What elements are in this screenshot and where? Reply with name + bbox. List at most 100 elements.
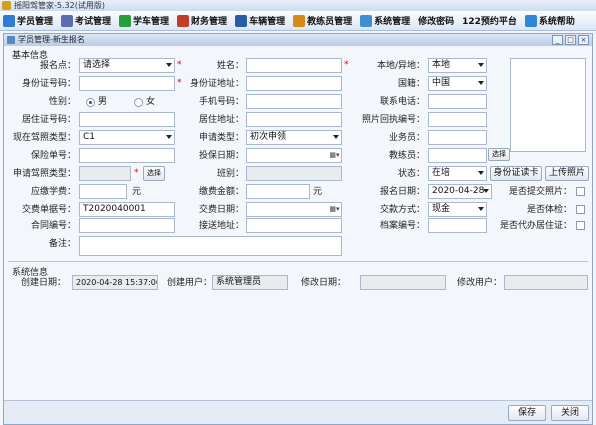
archive-label: 档案编号：: [379, 221, 425, 231]
contract-input[interactable]: [79, 218, 175, 233]
menu-item-label: 车辆管理: [249, 17, 286, 27]
created-user-value: 系统管理员: [212, 275, 288, 290]
car-learn-icon: [119, 14, 132, 27]
medical-check-label: 是否体检：: [526, 205, 572, 215]
id-address-input[interactable]: [246, 76, 342, 91]
chevron-down-icon: [478, 207, 484, 211]
insurance-input[interactable]: [79, 148, 175, 163]
insure-date-input[interactable]: ▦▾: [246, 148, 342, 163]
menu-item-label: 系统帮助: [538, 17, 575, 27]
menu-item[interactable]: 教练员管理: [292, 12, 353, 30]
required-mark: *: [344, 60, 349, 70]
status-label: 状态：: [397, 169, 425, 179]
apply-license-label: 申请驾照类型：: [12, 169, 76, 179]
coach-input[interactable]: [428, 148, 487, 163]
class-input[interactable]: [246, 166, 342, 181]
modified-user-label: 修改用户：: [456, 278, 502, 288]
tuition-unit: 元: [132, 187, 142, 197]
close-window-button[interactable]: ×: [578, 35, 589, 45]
menu-item[interactable]: 学车管理: [118, 12, 170, 30]
mobile-label: 手机号码：: [198, 97, 244, 107]
menu-item[interactable]: 122预约平台: [461, 12, 518, 30]
enroll-point-select[interactable]: 请选择: [79, 58, 175, 73]
calendar-icon[interactable]: ▦▾: [329, 150, 340, 161]
mobile-input[interactable]: [246, 94, 342, 109]
menu-item[interactable]: 系统帮助: [524, 12, 576, 30]
help-icon: [524, 14, 537, 27]
nationality-label: 国籍：: [397, 79, 425, 89]
pickup-address-input[interactable]: [246, 218, 342, 233]
phone-label: 联系电话：: [379, 97, 425, 107]
receipt-number-label: 交费单据号：: [21, 205, 76, 215]
menu-item-label: 学车管理: [133, 17, 170, 27]
remarks-input[interactable]: [79, 236, 342, 256]
id-address-label: 身份证地址：: [189, 79, 244, 89]
nationality-select[interactable]: 中国: [428, 76, 487, 91]
payment-method-select[interactable]: 现金: [428, 202, 487, 217]
select-coach-button[interactable]: 选择: [488, 148, 510, 161]
tuition-input[interactable]: [79, 184, 127, 199]
apply-license-input[interactable]: [79, 166, 131, 181]
menu-item-label: 系统管理: [374, 17, 411, 27]
section-divider: [8, 261, 588, 262]
read-id-card-button[interactable]: 身份证读卡: [490, 166, 542, 181]
phone-input[interactable]: [428, 94, 487, 109]
photo-receipt-input[interactable]: [428, 112, 487, 127]
menu-item[interactable]: 财务管理: [176, 12, 228, 30]
salesperson-label: 业务员：: [388, 133, 425, 143]
gender-female-radio[interactable]: [134, 98, 143, 107]
paid-amount-input[interactable]: [246, 184, 310, 199]
required-mark: *: [177, 60, 182, 70]
maximize-button[interactable]: □: [565, 35, 576, 45]
proxy-permit-checkbox[interactable]: [576, 221, 585, 230]
menu-item[interactable]: 车辆管理: [234, 12, 286, 30]
residence-address-input[interactable]: [246, 112, 342, 127]
menu-item[interactable]: 修改密码: [417, 12, 455, 30]
menu-item-label: 财务管理: [191, 17, 228, 27]
medical-check-checkbox[interactable]: [576, 205, 585, 214]
apply-type-select[interactable]: 初次申领: [246, 130, 342, 145]
created-date-label: 创建日期：: [20, 278, 66, 288]
pay-date-input[interactable]: ▦▾: [246, 202, 342, 217]
id-number-input[interactable]: [79, 76, 175, 91]
finance-icon: [177, 14, 190, 27]
paid-amount-unit: 元: [313, 187, 323, 197]
menu-item[interactable]: 考试管理: [60, 12, 112, 30]
gender-male-label: 男: [98, 97, 108, 107]
current-license-select[interactable]: C1: [79, 130, 175, 145]
created-date-value: 2020-04-28 15:37:06: [72, 275, 158, 290]
calendar-icon[interactable]: ▦▾: [329, 204, 340, 215]
receipt-number-input[interactable]: T2020040001: [79, 202, 175, 217]
select-license-button[interactable]: 选择: [143, 166, 165, 181]
minimize-button[interactable]: _: [552, 35, 563, 45]
menu-item-label: 教练员管理: [307, 17, 353, 27]
archive-input[interactable]: [428, 218, 487, 233]
insure-date-label: 投保日期：: [198, 151, 244, 161]
chevron-down-icon: [483, 189, 489, 193]
enroll-date-select[interactable]: 2020-04-28: [428, 184, 492, 199]
status-select[interactable]: 在培: [428, 166, 487, 181]
menu-item[interactable]: 学员管理: [2, 12, 54, 30]
required-mark: *: [177, 78, 182, 88]
vehicle-icon: [235, 14, 248, 27]
enroll-point-label: 报名点：: [39, 61, 76, 71]
close-button[interactable]: 关闭: [551, 405, 589, 421]
payment-method-label: 交款方式：: [379, 205, 425, 215]
main-menubar: 学员管理 考试管理 学车管理 财务管理 车辆管理 教练员管理 系统管理 修改密码 122预约平台…: [0, 11, 596, 31]
coach-icon: [293, 14, 306, 27]
chevron-down-icon: [166, 63, 172, 67]
residence-permit-input[interactable]: [79, 112, 175, 127]
menu-item[interactable]: 系统管理: [359, 12, 411, 30]
required-mark: *: [134, 168, 139, 178]
photo-receipt-label: 照片回执编号：: [361, 115, 425, 125]
salesperson-input[interactable]: [428, 130, 487, 145]
photo-submitted-checkbox[interactable]: [576, 187, 585, 196]
name-input[interactable]: [246, 58, 342, 73]
local-select[interactable]: 本地: [428, 58, 487, 73]
upload-photo-button[interactable]: 上传照片: [545, 166, 589, 181]
gender-male-radio[interactable]: [86, 98, 95, 107]
menu-item-label: 学员管理: [17, 17, 54, 27]
menu-item-label: 考试管理: [75, 17, 112, 27]
save-button[interactable]: 保存: [508, 405, 546, 421]
paid-amount-label: 缴费金额：: [198, 187, 244, 197]
